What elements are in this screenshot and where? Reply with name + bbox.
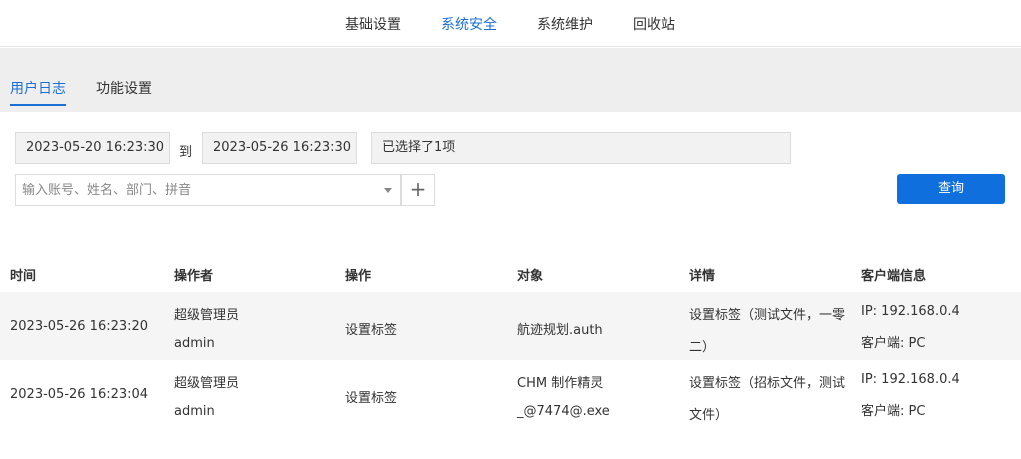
client-type: 客户端: PC [861, 336, 926, 351]
object-name-continued: _@7474@.exe [517, 404, 610, 419]
operator-name: 超级管理员 [174, 308, 240, 323]
cell-object: 航迹规划.auth [517, 319, 603, 338]
tab-system-maintenance[interactable]: 系统维护 [537, 14, 593, 34]
header-operator: 操作者 [174, 269, 214, 284]
operator-account: admin [174, 404, 215, 419]
tab-recycle-bin[interactable]: 回收站 [633, 14, 675, 34]
client-ip: IP: 192.168.0.4 [861, 304, 960, 319]
selection-field[interactable]: 已选择了1项 [371, 132, 791, 164]
cell-client-info: IP: 192.168.0.4 客户端: PC [861, 304, 960, 351]
date-range-separator: 到 [179, 145, 193, 160]
detail-line-1: 设置标签（招标文件，测试 [689, 376, 846, 391]
header-action: 操作 [345, 269, 372, 284]
client-type: 客户端: PC [861, 404, 926, 419]
object-name: CHM 制作精灵 [517, 376, 604, 391]
header-detail: 详情 [689, 269, 716, 284]
cell-operator: 超级管理员 admin [174, 372, 239, 419]
user-search-select[interactable] [15, 174, 401, 206]
header-time: 时间 [10, 269, 37, 284]
cell-detail: 设置标签（测试文件，一零 二） [689, 304, 845, 355]
tab-system-security[interactable]: 系统安全 [441, 14, 497, 34]
operator-account: admin [174, 336, 215, 351]
cell-action: 设置标签 [345, 391, 398, 406]
tab-basic-settings[interactable]: 基础设置 [345, 14, 401, 34]
add-button[interactable]: + [401, 174, 435, 206]
cell-operator: 超级管理员 admin [174, 304, 239, 351]
cell-time: 2023-05-26 16:23:04 [10, 387, 149, 402]
cell-detail: 设置标签（招标文件，测试 文件） [689, 372, 845, 423]
caret-down-icon[interactable] [384, 188, 392, 193]
object-name: 航迹规划.auth [517, 323, 603, 338]
detail-line-2: 二） [689, 340, 716, 355]
cell-object: CHM 制作精灵 _@7474@.exe [517, 372, 610, 419]
query-button[interactable]: 查询 [897, 174, 1005, 204]
start-time-field[interactable]: 2023-05-20 16:23:30 [15, 132, 170, 164]
cell-client-info: IP: 192.168.0.4 客户端: PC [861, 372, 960, 419]
detail-line-2: 文件） [689, 408, 729, 423]
table-row[interactable]: 2023-05-26 16:23:04 超级管理员 admin 设置标签 CHM… [0, 360, 1021, 428]
active-tab-underline [10, 104, 66, 106]
end-time-field[interactable]: 2023-05-26 16:23:30 [202, 132, 357, 164]
sub-tab-bar: 用户日志 功能设置 [0, 48, 1021, 112]
user-search-input[interactable] [16, 175, 376, 205]
subtab-user-log[interactable]: 用户日志 [10, 78, 66, 98]
table-header: 时间 操作者 操作 对象 详情 客户端信息 [0, 252, 1021, 292]
operator-name: 超级管理员 [174, 376, 240, 391]
client-ip: IP: 192.168.0.4 [861, 372, 960, 387]
table-row[interactable]: 2023-05-26 16:23:20 超级管理员 admin 设置标签 航迹规… [0, 292, 1021, 360]
cell-time: 2023-05-26 16:23:20 [10, 319, 149, 334]
detail-line-1: 设置标签（测试文件，一零 [689, 308, 846, 323]
header-client-info: 客户端信息 [861, 269, 927, 284]
cell-action: 设置标签 [345, 323, 398, 338]
header-object: 对象 [517, 269, 544, 284]
top-navigation: 基础设置 系统安全 系统维护 回收站 [0, 0, 1021, 47]
subtab-function-settings[interactable]: 功能设置 [96, 78, 152, 98]
